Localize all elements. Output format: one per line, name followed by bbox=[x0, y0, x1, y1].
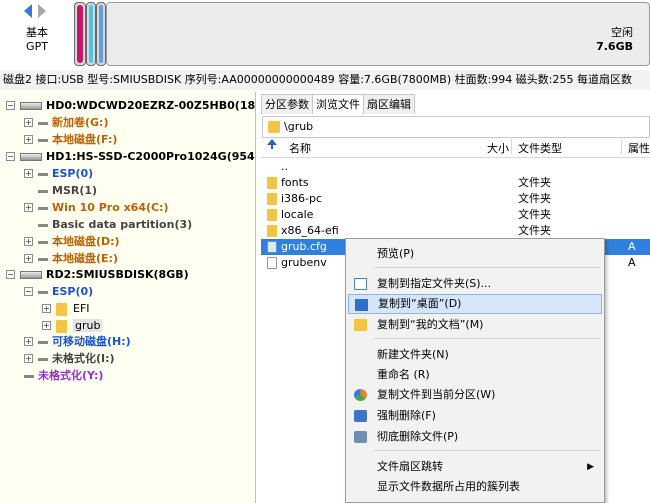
path-bar[interactable]: \grub bbox=[262, 116, 650, 138]
folder-icon bbox=[56, 319, 67, 333]
tree-vol-y[interactable]: 未格式化(Y:) bbox=[24, 367, 103, 384]
free-label-text: 空闲 bbox=[611, 26, 633, 39]
disk-type-label: 基本 GPT bbox=[14, 26, 60, 54]
partition-icon bbox=[38, 121, 48, 125]
tab-sector-edit[interactable]: 扇区编辑 bbox=[363, 94, 415, 114]
pie-icon bbox=[354, 389, 367, 401]
file-icon bbox=[267, 257, 277, 269]
usb-disk-icon bbox=[20, 271, 42, 279]
collapse-icon[interactable]: − bbox=[6, 101, 15, 110]
path-text: \grub bbox=[284, 120, 314, 133]
col-size[interactable]: 大小 bbox=[487, 139, 509, 158]
col-attr[interactable]: 属性 bbox=[628, 139, 650, 158]
menu-preview[interactable]: 预览(P) bbox=[348, 244, 602, 264]
collapse-icon[interactable]: − bbox=[6, 152, 15, 161]
disk-tree: − HD0:WDCWD20EZRZ-00Z5HB0(1863G + 新加卷(G:… bbox=[0, 92, 256, 503]
expand-icon[interactable]: + bbox=[24, 169, 33, 178]
expand-icon[interactable]: + bbox=[24, 337, 33, 346]
folder-icon bbox=[354, 319, 367, 331]
next-disk-icon[interactable] bbox=[38, 4, 46, 18]
expand-icon[interactable]: + bbox=[24, 203, 33, 212]
disk-basic-label: 基本 bbox=[26, 26, 48, 39]
partition-icon bbox=[38, 206, 48, 210]
menu-wipe-file[interactable]: 彻底删除文件(P) bbox=[348, 427, 602, 447]
tab-browse-files[interactable]: 浏览文件 bbox=[312, 94, 364, 114]
tree-msr[interactable]: MSR(1) bbox=[38, 182, 97, 199]
partition-icon bbox=[38, 357, 48, 361]
menu-sector-jump[interactable]: 文件扇区跳转 ▶ bbox=[348, 457, 602, 477]
free-space-block[interactable]: 空闲 7.6GB bbox=[106, 2, 650, 66]
partition-icon bbox=[38, 290, 48, 294]
hdd-icon bbox=[20, 153, 42, 161]
partition-icon bbox=[38, 138, 48, 142]
partition-icon bbox=[38, 340, 48, 344]
folder-icon bbox=[268, 121, 280, 133]
menu-copy-to-documents[interactable]: 复制到“我的文档”(M) bbox=[348, 315, 602, 335]
plus-icon bbox=[354, 410, 367, 422]
config-file-icon bbox=[267, 241, 277, 253]
menu-copy-to-folder[interactable]: 复制到指定文件夹(S)... bbox=[348, 274, 602, 294]
partition-esp-block[interactable] bbox=[74, 2, 86, 66]
menu-cluster-list[interactable]: 显示文件数据所占用的簇列表 bbox=[348, 477, 602, 497]
prev-disk-icon[interactable] bbox=[24, 4, 32, 18]
menu-rename[interactable]: 重命名 (R) bbox=[348, 365, 602, 385]
col-type[interactable]: 文件类型 bbox=[518, 139, 562, 158]
menu-copy-to-desktop[interactable]: 复制到“桌面”(D) bbox=[348, 294, 602, 314]
file-row-locale[interactable]: locale 文件夹 bbox=[261, 207, 650, 223]
free-space-label: 空闲 7.6GB bbox=[596, 26, 633, 54]
file-row-parent[interactable]: .. bbox=[261, 159, 650, 175]
expand-icon[interactable]: + bbox=[24, 237, 33, 246]
expand-icon[interactable]: + bbox=[42, 321, 51, 330]
disk-gpt-label: GPT bbox=[26, 40, 48, 53]
collapse-icon[interactable]: − bbox=[6, 270, 15, 279]
tab-partition-params[interactable]: 分区参数 bbox=[261, 94, 313, 114]
expand-icon[interactable]: + bbox=[24, 354, 33, 363]
expand-icon[interactable]: + bbox=[24, 254, 33, 263]
submenu-arrow-icon: ▶ bbox=[587, 462, 594, 472]
partition-icon bbox=[38, 189, 48, 193]
partition-efi-block[interactable] bbox=[86, 2, 96, 66]
menu-copy-to-partition[interactable]: 复制文件到当前分区(W) bbox=[348, 385, 602, 405]
file-row-fonts[interactable]: fonts 文件夹 bbox=[261, 175, 650, 191]
partition-icon bbox=[38, 172, 48, 176]
hdd-icon bbox=[20, 102, 42, 110]
expand-icon[interactable]: + bbox=[24, 118, 33, 127]
partition-icon bbox=[38, 223, 48, 227]
col-name[interactable]: 名称 bbox=[289, 139, 311, 158]
folder-icon bbox=[56, 302, 67, 316]
folder-icon bbox=[267, 193, 277, 205]
partition-h-block[interactable] bbox=[96, 2, 106, 66]
disk-info-bar: 磁盘2 接口:USB 型号:SMIUSBDISK 序列号:AA000000000… bbox=[0, 70, 650, 90]
free-size-text: 7.6GB bbox=[596, 40, 633, 53]
expand-icon[interactable]: + bbox=[24, 135, 33, 144]
partition-icon bbox=[38, 257, 48, 261]
desktop-icon bbox=[355, 299, 368, 311]
file-row-x86[interactable]: x86_64-efi 文件夹 bbox=[261, 223, 650, 239]
tree-basic-data[interactable]: Basic data partition(3) bbox=[38, 216, 192, 233]
menu-force-delete[interactable]: 强制删除(F) bbox=[348, 406, 602, 426]
file-row-i386[interactable]: i386-pc 文件夹 bbox=[261, 191, 650, 207]
partition-icon bbox=[38, 240, 48, 244]
folder-icon bbox=[267, 177, 277, 189]
disk-nav bbox=[22, 4, 52, 22]
disk-map-bar: 基本 GPT 空闲 7.6GB bbox=[0, 0, 650, 70]
partition-icon bbox=[24, 374, 34, 378]
collapse-icon[interactable]: − bbox=[24, 287, 33, 296]
tab-strip: 分区参数 浏览文件 扇区编辑 bbox=[261, 94, 415, 114]
up-directory-icon[interactable] bbox=[267, 139, 277, 149]
file-list-header: 名称 大小 文件类型 属性 bbox=[261, 139, 650, 158]
context-menu: 预览(P) 复制到指定文件夹(S)... 复制到“桌面”(D) 复制到“我的文档… bbox=[345, 238, 605, 503]
menu-new-folder[interactable]: 新建文件夹(N) bbox=[348, 345, 602, 365]
disk-icon bbox=[354, 431, 367, 443]
expand-icon[interactable]: + bbox=[42, 304, 51, 313]
folder-icon bbox=[267, 225, 277, 237]
folder-icon bbox=[267, 209, 277, 221]
partition-bar: 空闲 7.6GB bbox=[74, 2, 650, 66]
copy-icon bbox=[354, 278, 367, 290]
